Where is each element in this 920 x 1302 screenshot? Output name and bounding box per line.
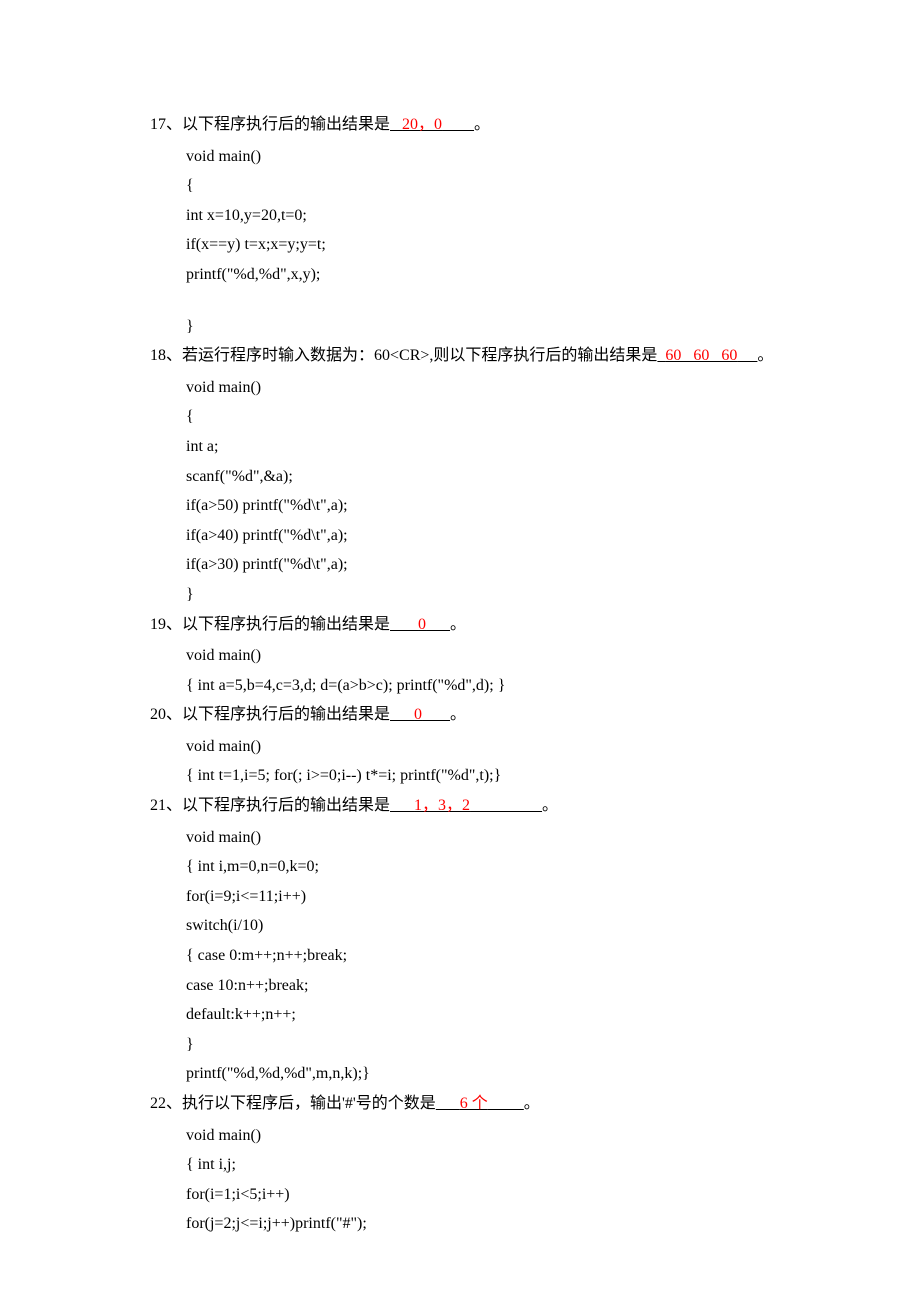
code-line: if(a>50) printf("%d\t",a); [186, 491, 770, 521]
q17-blank-r [442, 116, 474, 133]
q22-answer: 6 个 [460, 1095, 488, 1112]
code-line: scanf("%d",&a); [186, 462, 770, 492]
q21-code: void main() { int i,m=0,n=0,k=0; for(i=9… [186, 823, 770, 1089]
q20-code: void main() { int t=1,i=5; for(; i>=0;i-… [186, 732, 770, 791]
question-21: 21、以下程序执行后的输出结果是 1，3，2 。 [150, 791, 770, 821]
code-line: if(a>30) printf("%d\t",a); [186, 550, 770, 580]
code-blank [186, 290, 770, 312]
code-line: void main() [186, 373, 770, 403]
code-line: { int i,m=0,n=0,k=0; [186, 852, 770, 882]
q22-suffix: 。 [524, 1095, 540, 1112]
code-line: } [186, 1030, 770, 1060]
code-line: void main() [186, 823, 770, 853]
q19-text: 19、以下程序执行后的输出结果是 [150, 616, 390, 633]
q22-blank-l [436, 1095, 460, 1112]
code-line: { case 0:m++;n++;break; [186, 941, 770, 971]
q18-code: void main() { int a; scanf("%d",&a); if(… [186, 373, 770, 610]
q17-code: void main() { int x=10,y=20,t=0; if(x==y… [186, 142, 770, 342]
q17-answer: 20，0 [402, 116, 442, 133]
question-17: 17、以下程序执行后的输出结果是 20，0 。 [150, 110, 770, 140]
q21-blank-r [470, 797, 542, 814]
code-line: int a; [186, 432, 770, 462]
q21-text: 21、以下程序执行后的输出结果是 [150, 797, 390, 814]
q22-blank-r [488, 1095, 524, 1112]
q17-suffix: 。 [474, 116, 490, 133]
q20-blank-r [422, 706, 450, 723]
q18-blank-r [737, 347, 757, 364]
question-19: 19、以下程序执行后的输出结果是 0 。 [150, 610, 770, 640]
q21-suffix: 。 [542, 797, 558, 814]
code-line: { [186, 171, 770, 201]
code-line: void main() [186, 641, 770, 671]
q19-answer: 0 [418, 616, 426, 633]
code-line: { [186, 402, 770, 432]
code-line: default:k++;n++; [186, 1000, 770, 1030]
q19-blank-l [390, 616, 418, 633]
code-line: void main() [186, 1121, 770, 1151]
code-line: int x=10,y=20,t=0; [186, 201, 770, 231]
q20-text: 20、以下程序执行后的输出结果是 [150, 706, 390, 723]
q22-text: 22、执行以下程序后，输出'#'号的个数是 [150, 1095, 436, 1112]
code-line: { int i,j; [186, 1150, 770, 1180]
code-line: { int a=5,b=4,c=3,d; d=(a>b>c); printf("… [186, 671, 770, 701]
code-line: switch(i/10) [186, 911, 770, 941]
q19-suffix: 。 [450, 616, 466, 633]
code-line: for(j=2;j<=i;j++)printf("#"); [186, 1209, 770, 1239]
q18-suffix: 。 [757, 347, 773, 364]
q20-suffix: 。 [450, 706, 466, 723]
q20-answer: 0 [414, 706, 422, 723]
question-20: 20、以下程序执行后的输出结果是 0 。 [150, 700, 770, 730]
q17-blank-l [390, 116, 402, 133]
q21-blank-l [390, 797, 414, 814]
question-18: 18、若运行程序时输入数据为：60<CR>,则以下程序执行后的输出结果是 60 … [150, 341, 770, 371]
q17-text: 17、以下程序执行后的输出结果是 [150, 116, 390, 133]
q19-code: void main() { int a=5,b=4,c=3,d; d=(a>b>… [186, 641, 770, 700]
code-line: if(x==y) t=x;x=y;y=t; [186, 230, 770, 260]
code-line: printf("%d,%d,%d",m,n,k);} [186, 1059, 770, 1089]
q18-answer: 60 60 60 [665, 347, 737, 364]
code-line: void main() [186, 142, 770, 172]
code-line: printf("%d,%d",x,y); [186, 260, 770, 290]
code-line: if(a>40) printf("%d\t",a); [186, 521, 770, 551]
q21-answer: 1，3，2 [414, 797, 470, 814]
q22-code: void main() { int i,j; for(i=1;i<5;i++) … [186, 1121, 770, 1239]
document-page: 17、以下程序执行后的输出结果是 20，0 。 void main() { in… [0, 0, 920, 1299]
code-line: void main() [186, 732, 770, 762]
question-22: 22、执行以下程序后，输出'#'号的个数是 6 个 。 [150, 1089, 770, 1119]
q19-blank-r [426, 616, 450, 633]
code-line: case 10:n++;break; [186, 971, 770, 1001]
q20-blank-l [390, 706, 414, 723]
code-line: } [186, 580, 770, 610]
code-line: } [186, 312, 770, 342]
code-line: for(i=9;i<=11;i++) [186, 882, 770, 912]
code-line: { int t=1,i=5; for(; i>=0;i--) t*=i; pri… [186, 761, 770, 791]
q18-text: 18、若运行程序时输入数据为：60<CR>,则以下程序执行后的输出结果是 [150, 347, 657, 364]
code-line: for(i=1;i<5;i++) [186, 1180, 770, 1210]
